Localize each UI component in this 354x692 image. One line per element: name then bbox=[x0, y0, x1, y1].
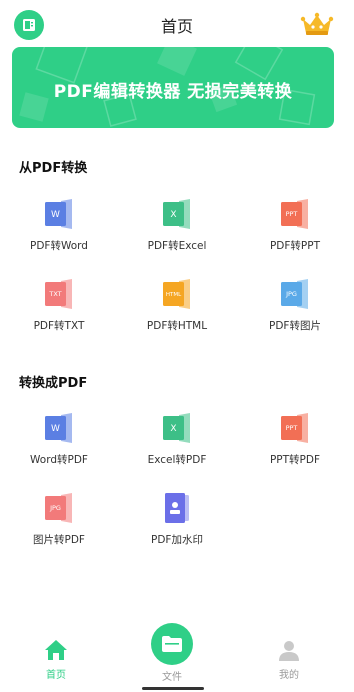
nav-files-tab[interactable]: 文件 bbox=[132, 668, 212, 683]
from-pdf-item-2[interactable]: PPT PDF转PPT bbox=[236, 196, 354, 266]
folder-icon bbox=[162, 636, 182, 652]
svg-text:JPG: JPG bbox=[49, 504, 61, 512]
from-pdf-item-5[interactable]: JPG PDF转图片 bbox=[236, 276, 354, 346]
from-pdf-item-label: PDF转图片 bbox=[269, 320, 321, 332]
from-pdf-item-label: PDF转Word bbox=[30, 240, 88, 252]
to-pdf-item-2[interactable]: PPT PPT转PDF bbox=[236, 410, 354, 480]
to-pdf-item-label: PDF加水印 bbox=[151, 534, 203, 546]
excel-icon: X bbox=[163, 413, 190, 443]
from-pdf-item-label: PDF转HTML bbox=[146, 320, 208, 332]
from-pdf-item-3[interactable]: TXT PDF转TXT bbox=[0, 276, 118, 346]
nav-mine-label: 我的 bbox=[279, 670, 299, 681]
word-icon: W bbox=[45, 199, 72, 229]
excel-icon: X bbox=[163, 199, 190, 229]
to-pdf-section-title: 转换成PDF bbox=[19, 376, 88, 391]
files-center-button[interactable] bbox=[151, 623, 193, 665]
svg-text:PPT: PPT bbox=[286, 210, 298, 218]
to-pdf-item-3[interactable]: JPG 图片转PDF bbox=[0, 490, 118, 560]
home-indicator bbox=[142, 687, 204, 690]
from-pdf-section-title: 从PDF转换 bbox=[19, 161, 88, 176]
bottom-navigation: 首页 文件 我的 bbox=[0, 620, 354, 692]
home-icon bbox=[45, 640, 67, 660]
svg-text:X: X bbox=[170, 424, 176, 434]
from-pdf-item-4[interactable]: HTML PDF转HTML bbox=[118, 276, 236, 346]
promo-banner[interactable]: PDF编辑转换器 无损完美转换 bbox=[12, 47, 334, 128]
to-pdf-item-label: 图片转PDF bbox=[33, 534, 85, 546]
ppt-icon: PPT bbox=[281, 413, 308, 443]
to-pdf-item-label: Excel转PDF bbox=[147, 454, 207, 466]
nav-home-tab[interactable]: 首页 bbox=[16, 638, 96, 681]
svg-text:W: W bbox=[51, 424, 60, 434]
jpg-icon: JPG bbox=[281, 279, 308, 309]
user-icon bbox=[279, 641, 299, 661]
top-bar: 首页 bbox=[0, 0, 354, 46]
nav-files-label: 文件 bbox=[162, 672, 182, 683]
svg-text:W: W bbox=[51, 210, 60, 220]
svg-text:JPG: JPG bbox=[285, 290, 297, 298]
banner-text: PDF编辑转换器 无损完美转换 bbox=[53, 82, 293, 102]
to-pdf-item-1[interactable]: X Excel转PDF bbox=[118, 410, 236, 480]
crown-vip-icon[interactable] bbox=[300, 11, 334, 37]
txt-icon: TXT bbox=[45, 279, 72, 309]
from-pdf-item-label: PDF转PPT bbox=[269, 240, 321, 252]
from-pdf-item-1[interactable]: X PDF转Excel bbox=[118, 196, 236, 266]
svg-text:HTML: HTML bbox=[166, 292, 182, 298]
from-pdf-item-label: PDF转TXT bbox=[33, 320, 85, 332]
html-icon: HTML bbox=[163, 279, 190, 309]
ppt-icon: PPT bbox=[281, 199, 308, 229]
from-pdf-item-label: PDF转Excel bbox=[147, 240, 207, 252]
watermark-icon bbox=[165, 493, 189, 523]
word-icon: W bbox=[45, 413, 72, 443]
svg-text:X: X bbox=[170, 210, 176, 220]
svg-text:TXT: TXT bbox=[48, 290, 61, 298]
svg-text:PPT: PPT bbox=[286, 424, 298, 432]
nav-home-label: 首页 bbox=[46, 670, 66, 681]
to-pdf-item-label: Word转PDF bbox=[30, 454, 88, 466]
to-pdf-item-4[interactable]: PDF加水印 bbox=[118, 490, 236, 560]
nav-mine-tab[interactable]: 我的 bbox=[249, 638, 329, 681]
jpg-icon: JPG bbox=[45, 493, 72, 523]
to-pdf-item-label: PPT转PDF bbox=[269, 454, 321, 466]
to-pdf-item-0[interactable]: W Word转PDF bbox=[0, 410, 118, 480]
from-pdf-item-0[interactable]: W PDF转Word bbox=[0, 196, 118, 266]
